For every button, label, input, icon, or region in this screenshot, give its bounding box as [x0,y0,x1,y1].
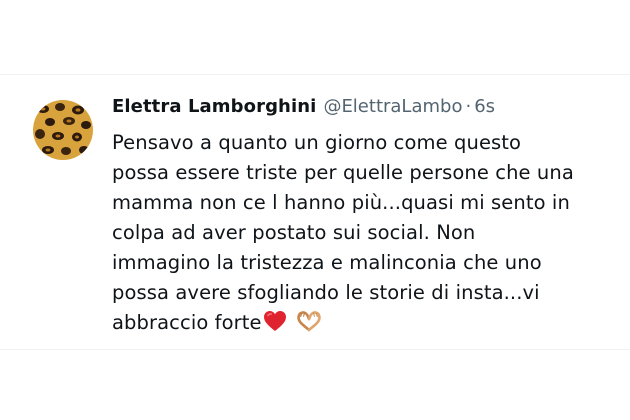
tweet-text-last-line: abbraccio forte [112,308,612,341]
leopard-print-avatar-icon [33,100,93,160]
display-name[interactable]: Elettra Lamborghini [112,94,316,120]
avatar[interactable] [33,100,93,160]
tweet-text-line: immagino la tristezza e malinconia che u… [112,251,542,274]
tweet-text-line: mamma non ce l hanno più...quasi mi sent… [112,191,570,214]
tweet-text-line: possa essere triste per quelle persone c… [112,161,574,184]
tweet-text-line: possa avere sfogliando le storie di inst… [112,281,540,304]
timestamp[interactable]: 6s [474,94,495,120]
tweet-text-line: colpa ad aver postato sui social. Non [112,221,476,244]
tweet-text-line: abbraccio forte [112,311,262,334]
red-heart-icon [263,310,287,341]
tweet-header: Elettra Lamborghini @ElettraLambo · 6s [112,94,495,120]
user-handle[interactable]: @ElettraLambo [323,94,462,120]
separator-dot: · [465,96,472,117]
heart-hands-icon [296,310,322,341]
tweet-text-line: Pensavo a quanto un giorno come questo [112,131,522,154]
tweet-text: Pensavo a quanto un giorno come questo p… [112,128,612,341]
